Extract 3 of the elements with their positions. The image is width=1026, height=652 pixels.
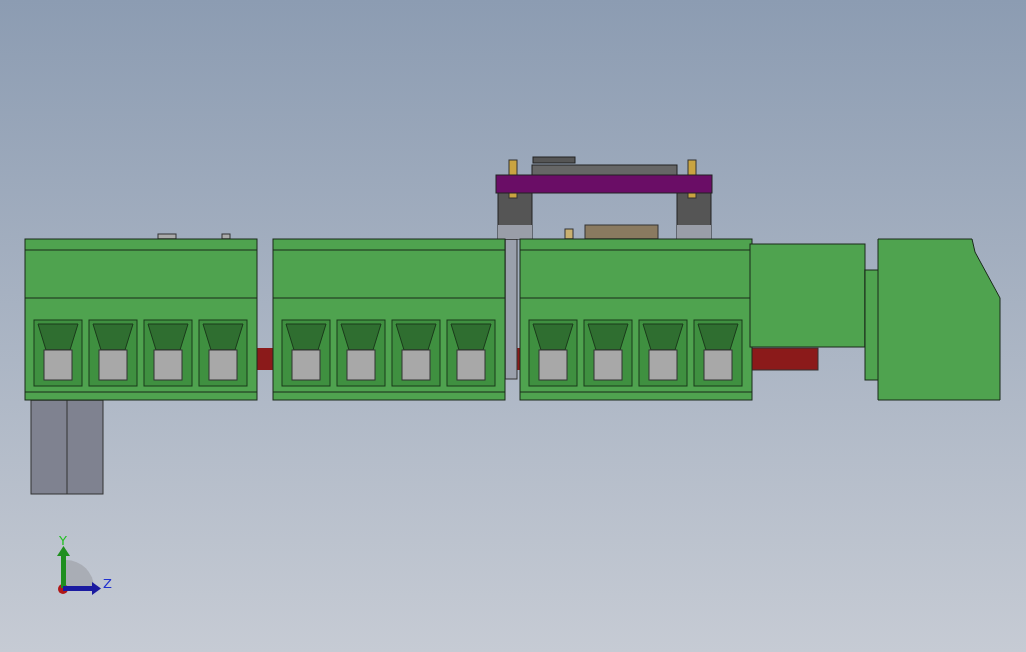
axis-label: Z [103,576,112,591]
axis-label: Y [59,533,67,548]
axis-triad-drawing [57,546,101,595]
